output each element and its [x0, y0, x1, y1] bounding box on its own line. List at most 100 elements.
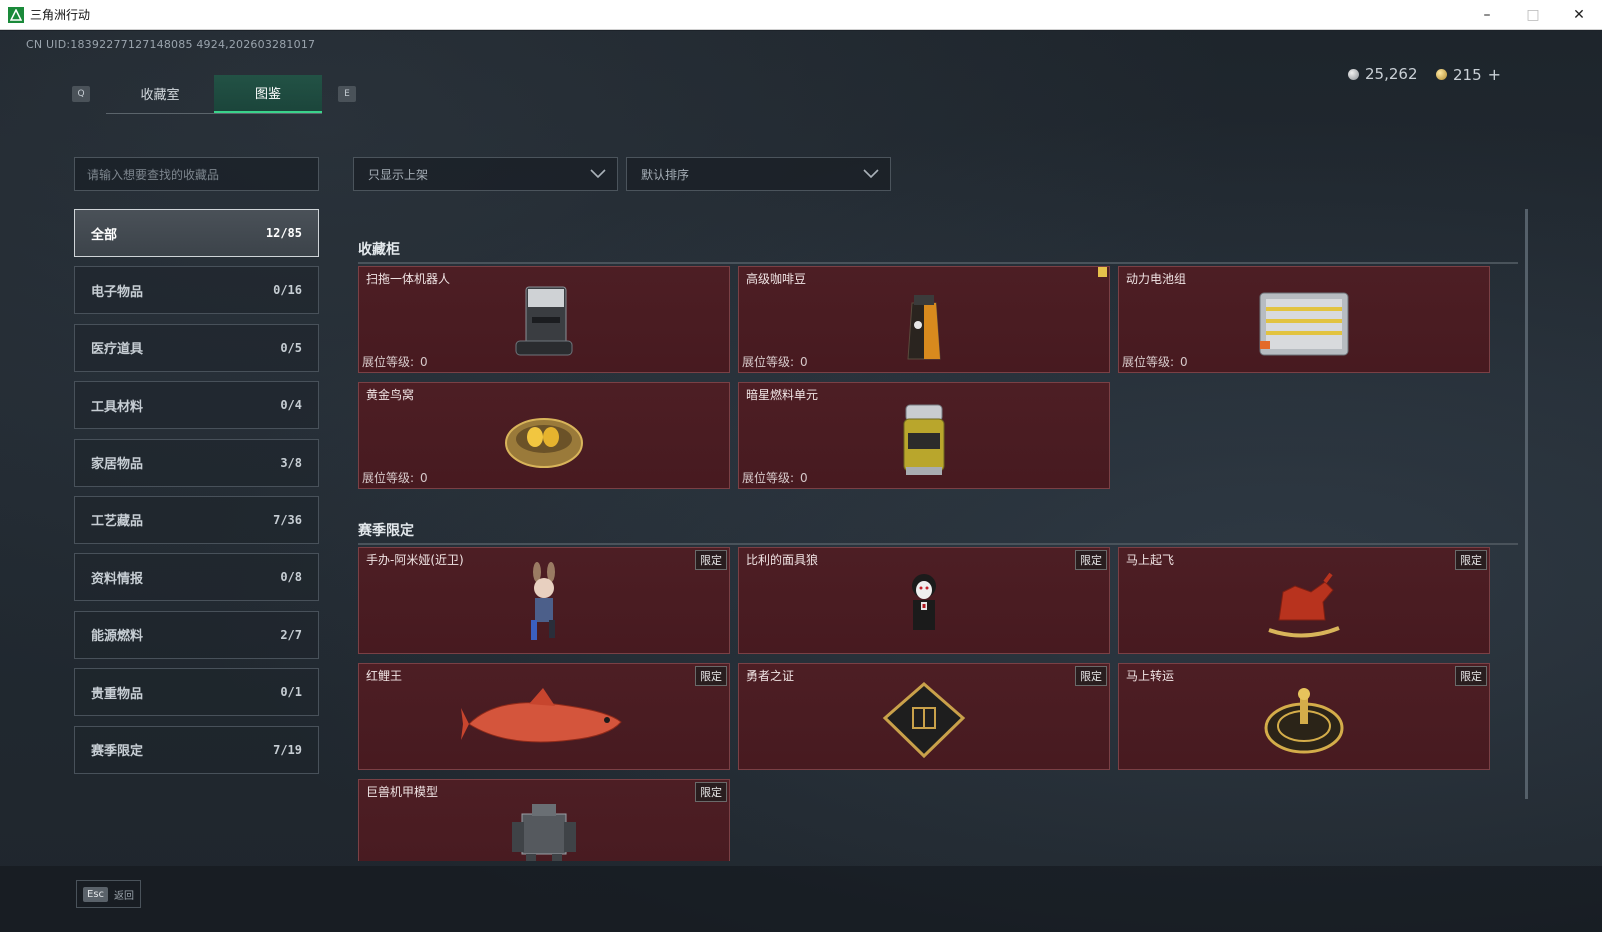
category-item-crafts[interactable]: 工艺藏品 7/36 — [74, 495, 319, 544]
section-title-cabinet: 收藏柜 — [358, 242, 400, 258]
level-value: 0 — [800, 355, 808, 369]
item-name: 手办-阿米娅(近卫) — [366, 553, 464, 567]
add-currency-button[interactable]: + — [1488, 65, 1501, 84]
tab-collection-room[interactable]: 收藏室 — [106, 75, 214, 113]
scrollbar[interactable] — [1525, 209, 1528, 799]
level-value: 0 — [420, 471, 428, 485]
notice-icon — [1098, 267, 1107, 277]
item-level: 展位等级: 0 — [1122, 353, 1188, 370]
category-count: 3/8 — [280, 455, 302, 470]
category-item-electronics[interactable]: 电子物品 0/16 — [74, 266, 319, 315]
level-label: 展位等级: — [742, 471, 795, 485]
back-button[interactable]: Esc 返回 — [76, 880, 142, 908]
collection-card[interactable]: 黄金鸟窝 展位等级: 0 — [358, 382, 730, 489]
rocking-horse-icon — [1268, 572, 1340, 638]
tab-catalog[interactable]: 图鉴 — [214, 74, 322, 113]
gold-currency: 215 + — [1436, 65, 1501, 84]
category-count: 0/1 — [280, 685, 302, 700]
fuel-cell-icon — [903, 404, 945, 475]
uid-label: CN UID:18392277127148085 4924,2026032810… — [26, 38, 316, 51]
category-label: 资料情报 — [91, 571, 144, 587]
gold-coin-icon — [1436, 69, 1447, 80]
level-value: 0 — [1180, 355, 1188, 369]
collection-card[interactable]: 高级咖啡豆 展位等级: 0 — [738, 266, 1110, 373]
golden-nest-icon — [505, 418, 583, 468]
section-divider — [358, 262, 1518, 264]
item-level: 展位等级: 0 — [362, 469, 428, 486]
limited-badge: 限定 — [695, 550, 727, 570]
item-name: 动力电池组 — [1126, 272, 1187, 286]
level-label: 展位等级: — [742, 355, 795, 369]
gold-amount: 215 — [1453, 65, 1482, 84]
category-label: 医疗道具 — [91, 342, 144, 358]
silver-coin-icon — [1348, 68, 1359, 80]
item-level: 展位等级: 0 — [362, 353, 428, 370]
sort-value: 默认排序 — [641, 167, 690, 182]
app-logo-icon — [8, 6, 24, 23]
level-value: 0 — [420, 355, 428, 369]
collection-card[interactable]: 手办-阿米娅(近卫) 限定 — [358, 547, 730, 654]
collection-card[interactable]: 比利的面具狼 限定 — [738, 547, 1110, 654]
golden-wheel-icon — [1264, 688, 1344, 754]
minimize-button[interactable]: – — [1464, 0, 1510, 30]
limited-badge: 限定 — [1075, 666, 1107, 686]
level-label: 展位等级: — [362, 471, 415, 485]
category-item-fuel[interactable]: 能源燃料 2/7 — [74, 610, 319, 659]
billy-puppet-icon — [912, 574, 936, 630]
item-name: 黄金鸟窝 — [366, 388, 415, 402]
category-item-valuables[interactable]: 贵重物品 0/1 — [74, 668, 319, 717]
maximize-button[interactable]: □ — [1510, 0, 1556, 30]
section-title-season: 赛季限定 — [358, 523, 414, 539]
category-label: 贵重物品 — [91, 686, 144, 702]
next-tab-key-hint[interactable]: E — [338, 86, 356, 102]
category-label: 家居物品 — [91, 457, 144, 473]
collection-card[interactable]: 动力电池组 展位等级: 0 — [1118, 266, 1490, 373]
collection-card[interactable]: 马上转运 限定 — [1118, 663, 1490, 770]
hero-card-icon — [882, 682, 966, 759]
item-name: 比利的面具狼 — [746, 553, 819, 567]
level-label: 展位等级: — [362, 355, 415, 369]
category-label: 电子物品 — [91, 284, 144, 300]
search-input[interactable]: 请输入想要查找的收藏品 — [74, 157, 319, 191]
close-button[interactable]: ✕ — [1556, 0, 1602, 30]
mech-model-icon — [512, 804, 576, 861]
collection-grid: 收藏柜 扫拖一体机器人 展位等级: 0 高级咖啡豆 展位等级: 0 动力电池组 … — [358, 206, 1518, 861]
limited-badge: 限定 — [1075, 550, 1107, 570]
collection-card[interactable]: 红鲤王 限定 — [358, 663, 730, 770]
item-name: 高级咖啡豆 — [746, 272, 807, 286]
item-name: 扫拖一体机器人 — [366, 272, 451, 286]
category-label: 工艺藏品 — [91, 514, 144, 530]
category-item-home[interactable]: 家居物品 3/8 — [74, 438, 319, 487]
category-label: 工具材料 — [91, 399, 144, 415]
category-count: 7/19 — [273, 742, 302, 757]
item-name: 巨兽机甲模型 — [366, 785, 439, 799]
sort-dropdown[interactable]: 默认排序 — [626, 157, 891, 191]
category-list: 全部 12/85 电子物品 0/16 医疗道具 0/5 工具材料 0/4 家居物品 3/8… — [74, 209, 319, 783]
category-item-season[interactable]: 赛季限定 7/19 — [74, 725, 319, 774]
collection-card[interactable]: 马上起飞 限定 — [1118, 547, 1490, 654]
prev-tab-key-hint[interactable]: Q — [72, 86, 90, 102]
category-count: 0/5 — [280, 340, 302, 355]
category-item-tools[interactable]: 工具材料 0/4 — [74, 381, 319, 430]
shelf-filter-dropdown[interactable]: 只显示上架 — [353, 157, 618, 191]
collection-card[interactable]: 暗星燃料单元 展位等级: 0 — [738, 382, 1110, 489]
item-name: 暗星燃料单元 — [746, 388, 819, 402]
category-item-all[interactable]: 全部 12/85 — [74, 209, 319, 257]
item-name: 马上起飞 — [1126, 553, 1175, 567]
top-tab-bar: Q 收藏室 图鉴 E — [72, 74, 356, 114]
collection-card[interactable]: 扫拖一体机器人 展位等级: 0 — [358, 266, 730, 373]
section-divider — [358, 543, 1518, 545]
item-name: 勇者之证 — [746, 669, 795, 683]
collection-card[interactable]: 勇者之证 限定 — [738, 663, 1110, 770]
category-item-medical[interactable]: 医疗道具 0/5 — [74, 323, 319, 372]
back-label: 返回 — [114, 890, 135, 902]
app-main: CN UID:18392277127148085 4924,2026032810… — [0, 31, 1602, 932]
collection-card[interactable]: 巨兽机甲模型 限定 — [358, 779, 730, 861]
category-label: 赛季限定 — [91, 744, 144, 760]
item-name: 红鲤王 — [366, 669, 403, 683]
category-item-intel[interactable]: 资料情报 0/8 — [74, 553, 319, 602]
coffee-beans-icon — [907, 295, 941, 360]
silver-currency: 25,262 — [1348, 65, 1418, 83]
limited-badge: 限定 — [1455, 550, 1487, 570]
window-titlebar: 三角洲行动 – □ ✕ — [0, 0, 1602, 30]
